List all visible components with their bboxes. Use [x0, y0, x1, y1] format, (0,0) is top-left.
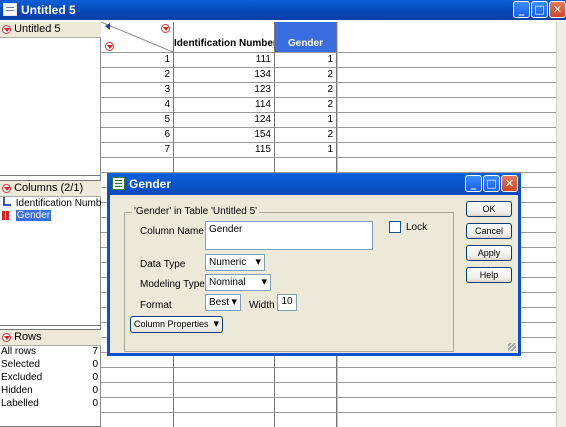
cell-gender[interactable]: 2 — [275, 68, 336, 83]
width-label: Width — [249, 300, 275, 311]
table-name: Untitled 5 — [14, 23, 61, 35]
continuous-column-icon — [3, 197, 11, 206]
row-number[interactable]: 1 — [101, 53, 173, 68]
cell-gender[interactable]: 2 — [275, 83, 336, 98]
dialog-close-button[interactable]: ✕ — [501, 175, 518, 192]
rows-header: Rows — [14, 331, 42, 343]
minimize-button[interactable]: _ — [513, 1, 530, 18]
row-state-label: All rows — [1, 346, 37, 357]
ok-button[interactable]: OK — [466, 201, 512, 217]
cancel-button[interactable]: Cancel — [466, 223, 512, 239]
grid-row-line — [101, 397, 556, 398]
width-field[interactable]: 10 — [277, 294, 297, 311]
column-list-item[interactable]: Identification Numb — [0, 197, 101, 210]
cell-identification-number[interactable]: 114 — [174, 98, 274, 113]
grid-corner[interactable] — [101, 22, 173, 52]
hotspot-menu-icon[interactable] — [105, 42, 114, 51]
cell-gender[interactable]: 1 — [275, 143, 336, 158]
data-type-label: Data Type — [140, 259, 186, 270]
hotspot-menu-icon[interactable] — [161, 24, 170, 33]
row-state-label: Selected — [1, 359, 40, 370]
hotspot-menu-icon[interactable] — [2, 183, 11, 193]
column-info-dialog: Gender _ □ ✕ 'Gender' in Table 'Untitled… — [107, 173, 521, 356]
dialog-title: Gender — [129, 177, 172, 191]
window-title: Untitled 5 — [21, 3, 76, 17]
grid-row-line — [101, 382, 556, 383]
column-info-icon — [112, 177, 125, 190]
close-button[interactable]: ✕ — [549, 1, 566, 18]
format-label: Format — [140, 300, 172, 311]
column-name: Identification Numb — [15, 198, 101, 209]
row-state-label: Hidden — [1, 385, 33, 396]
row-state-item: All rows 7 — [0, 346, 101, 359]
nominal-column-icon — [2, 210, 11, 220]
rows-section: Rows All rows 7 Selected 0 Excluded 0 Hidden 0 L… — [0, 329, 101, 427]
column-header-identification-number[interactable]: Identification Number — [174, 22, 277, 52]
row-number[interactable]: 6 — [101, 128, 173, 143]
row-number[interactable]: 5 — [101, 113, 173, 128]
window-titlebar: Untitled 5 _ □ ✕ — [0, 0, 566, 20]
row-number[interactable]: 2 — [101, 68, 173, 83]
columns-section: Columns (2/1) Identification Numb Gender — [0, 180, 101, 326]
data-table-icon — [3, 3, 17, 16]
column-properties-button[interactable]: Column Properties — [130, 316, 223, 333]
dialog-minimize-button[interactable]: _ — [465, 175, 482, 192]
row-state-count: 0 — [92, 372, 98, 383]
column-header-gender[interactable]: Gender — [275, 22, 336, 52]
cell-gender[interactable]: 2 — [275, 128, 336, 143]
row-state-item: Excluded 0 — [0, 372, 101, 385]
lock-checkbox[interactable] — [389, 221, 401, 233]
grid-row-line — [101, 412, 556, 413]
cell-identification-number[interactable]: 124 — [174, 113, 274, 128]
cell-identification-number[interactable]: 134 — [174, 68, 274, 83]
modeling-type-label: Modeling Type — [140, 279, 205, 290]
table-panel-sidebar: Untitled 5 Columns (2/1) Identification … — [0, 22, 101, 427]
table-section-header[interactable]: Untitled 5 — [0, 22, 101, 38]
data-type-select[interactable]: Numeric — [205, 254, 265, 271]
dialog-titlebar: Gender _ □ ✕ — [107, 173, 521, 195]
row-state-item: Labelled 0 — [0, 398, 101, 411]
cell-gender[interactable]: 2 — [275, 98, 336, 113]
table-section: Untitled 5 — [0, 22, 101, 176]
column-list-item-selected[interactable]: Gender — [0, 210, 101, 223]
apply-button[interactable]: Apply — [466, 245, 512, 261]
cell-identification-number[interactable]: 115 — [174, 143, 274, 158]
resize-grip[interactable] — [508, 343, 516, 351]
cell-identification-number[interactable]: 123 — [174, 83, 274, 98]
grid-row-line — [101, 367, 556, 368]
columns-header: Columns (2/1) — [14, 182, 84, 194]
row-state-label: Excluded — [1, 372, 43, 383]
modeling-type-select[interactable]: Nominal — [205, 274, 271, 291]
row-state-count: 7 — [92, 346, 98, 357]
row-number[interactable]: 3 — [101, 83, 173, 98]
help-button[interactable]: Help — [466, 267, 512, 283]
column-name: Gender — [15, 210, 52, 221]
cell-gender[interactable]: 1 — [275, 113, 336, 128]
row-state-item: Hidden 0 — [0, 385, 101, 398]
vertical-scrollbar[interactable] — [556, 22, 566, 427]
cell-identification-number[interactable]: 154 — [174, 128, 274, 143]
dialog-maximize-button[interactable]: □ — [483, 175, 500, 192]
hotspot-menu-icon[interactable] — [2, 24, 11, 34]
row-state-count: 0 — [92, 385, 98, 396]
cell-identification-number[interactable]: 111 — [174, 53, 274, 68]
row-state-item: Selected 0 — [0, 359, 101, 372]
rows-section-header[interactable]: Rows — [0, 330, 101, 346]
format-select[interactable]: Best — [205, 294, 241, 311]
row-state-count: 0 — [92, 398, 98, 409]
row-number[interactable]: 7 — [101, 143, 173, 158]
cell-gender[interactable]: 1 — [275, 53, 336, 68]
row-number[interactable]: 4 — [101, 98, 173, 113]
columns-section-header[interactable]: Columns (2/1) — [0, 181, 101, 197]
column-name-label: Column Name — [140, 226, 204, 237]
row-state-count: 0 — [92, 359, 98, 370]
maximize-button[interactable]: □ — [531, 1, 548, 18]
row-states-list: All rows 7 Selected 0 Excluded 0 Hidden 0 Labell… — [0, 346, 101, 411]
group-label: 'Gender' in Table 'Untitled 5' — [132, 206, 260, 217]
row-state-label: Labelled — [1, 398, 39, 409]
hotspot-menu-icon[interactable] — [2, 332, 11, 342]
lock-label: Lock — [406, 222, 428, 233]
column-name-field[interactable]: Gender — [205, 221, 373, 250]
